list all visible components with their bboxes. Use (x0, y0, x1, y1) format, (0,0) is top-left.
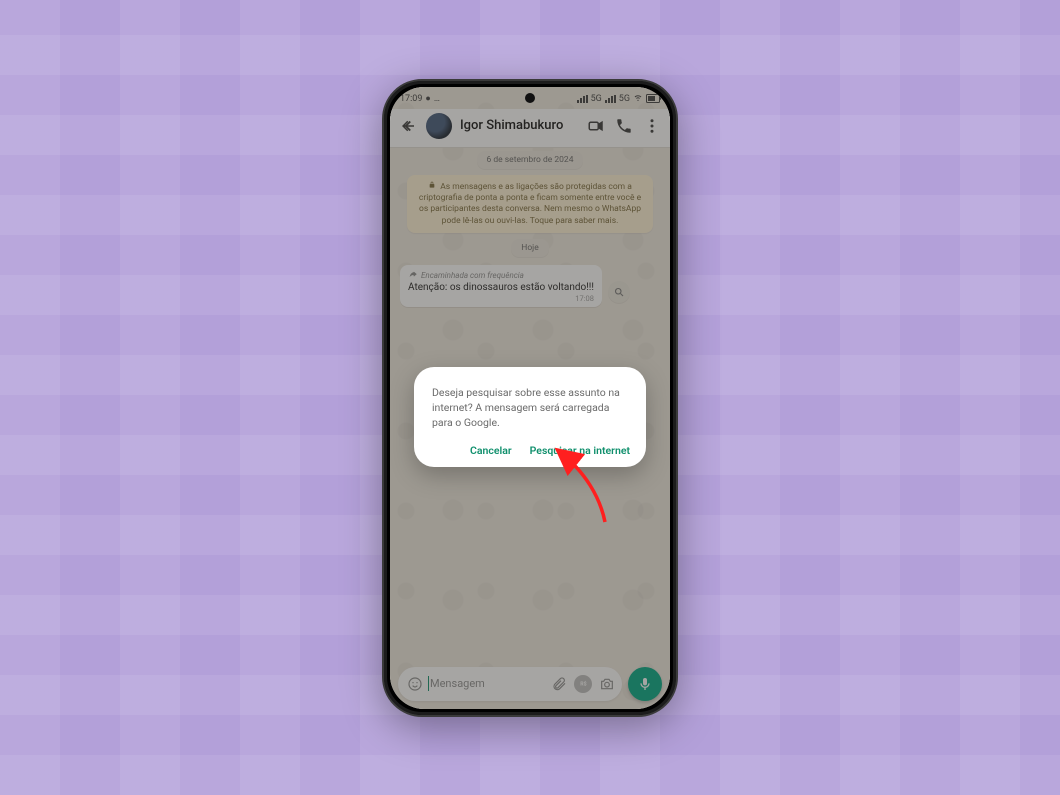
dialog-actions: Cancelar Pesquisar na internet (432, 444, 630, 457)
phone-screen: 17:09 ● … 5G 5G (390, 87, 670, 709)
cancel-button[interactable]: Cancelar (470, 444, 512, 457)
page-background: 17:09 ● … 5G 5G (0, 0, 1060, 795)
phone-frame: 17:09 ● … 5G 5G (382, 79, 678, 717)
search-web-dialog: Deseja pesquisar sobre esse assunto na i… (414, 367, 646, 468)
front-camera (525, 93, 535, 103)
confirm-button[interactable]: Pesquisar na internet (530, 444, 630, 457)
dialog-body: Deseja pesquisar sobre esse assunto na i… (432, 385, 630, 431)
